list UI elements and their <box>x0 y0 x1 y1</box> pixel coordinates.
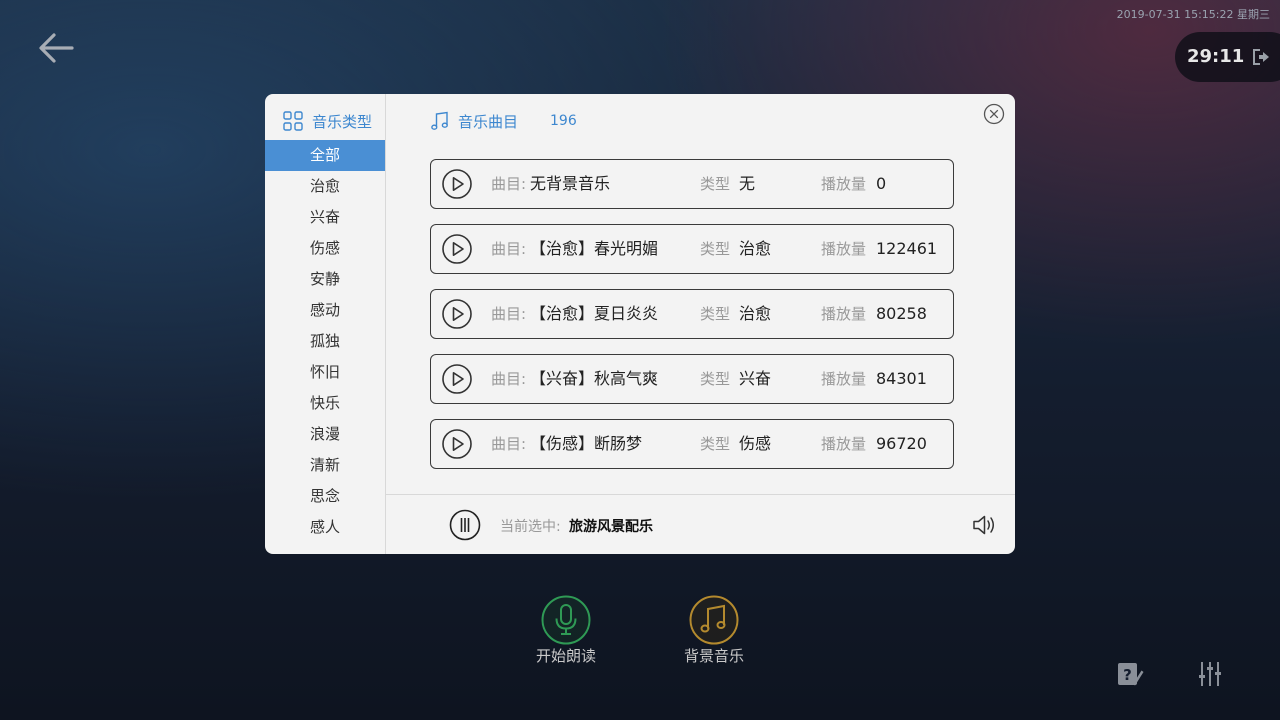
song-title-label: 曲目: <box>491 370 527 388</box>
volume-icon <box>973 515 994 535</box>
music-note-icon <box>689 595 739 645</box>
arrow-left-icon <box>39 33 74 63</box>
datetime-display: 2019-07-31 15:15:22 星期三 <box>1116 8 1270 21</box>
song-plays: 84301 <box>876 369 927 388</box>
close-icon <box>983 103 1005 125</box>
svg-text:?: ? <box>1123 666 1132 684</box>
song-plays: 122461 <box>876 239 938 258</box>
start-reading-button[interactable]: 开始朗读 <box>511 595 621 666</box>
song-row[interactable]: 曲目: 【治愈】春光明媚 类型 治愈 播放量 122461 <box>430 224 954 274</box>
help-edit-icon: ? <box>1118 663 1144 686</box>
timer-text: 29:11 <box>1187 46 1245 67</box>
song-type: 治愈 <box>739 304 772 323</box>
song-plays-label: 播放量 <box>821 240 867 258</box>
background-music-button[interactable]: 背景音乐 <box>659 595 769 666</box>
category-sidebar: 音乐类型 全部 治愈 兴奋 伤感 安静 感动 孤独 怀旧 快乐 浪漫 清新 思念… <box>265 94 386 554</box>
song-title-label: 曲目: <box>491 305 527 323</box>
song-plays: 0 <box>876 174 887 193</box>
play-icon[interactable] <box>442 234 472 264</box>
category-item-moving[interactable]: 感人 <box>265 512 385 543</box>
song-plays-label: 播放量 <box>821 305 867 323</box>
song-plays: 80258 <box>876 304 927 323</box>
song-title: 【伤感】断肠梦 <box>530 434 643 453</box>
song-type-label: 类型 <box>700 305 731 323</box>
song-title-label: 曲目: <box>491 240 527 258</box>
sidebar-header: 音乐类型 <box>283 110 372 132</box>
microphone-icon <box>541 595 591 645</box>
song-plays-label: 播放量 <box>821 370 867 388</box>
equalizer-icon <box>1199 662 1221 686</box>
category-list: 全部 治愈 兴奋 伤感 安静 感动 孤独 怀旧 快乐 浪漫 清新 思念 感人 <box>265 140 385 543</box>
category-item-happy[interactable]: 快乐 <box>265 388 385 419</box>
song-title-label: 曲目: <box>491 175 527 193</box>
category-item-nostalgic[interactable]: 怀旧 <box>265 357 385 388</box>
current-selection-label: 当前选中: <box>500 519 561 535</box>
song-type-label: 类型 <box>700 175 731 193</box>
play-icon[interactable] <box>442 429 472 459</box>
song-type: 治愈 <box>739 239 772 258</box>
play-icon[interactable] <box>442 364 472 394</box>
play-icon[interactable] <box>442 169 472 199</box>
category-item-romantic[interactable]: 浪漫 <box>265 419 385 450</box>
category-item-lonely[interactable]: 孤独 <box>265 326 385 357</box>
pause-icon <box>449 509 481 541</box>
song-row[interactable]: 曲目: 【兴奋】秋高气爽 类型 兴奋 播放量 84301 <box>430 354 954 404</box>
song-title: 无背景音乐 <box>530 174 611 193</box>
background-music-label: 背景音乐 <box>683 647 744 665</box>
song-type-label: 类型 <box>700 240 731 258</box>
category-item-sad[interactable]: 伤感 <box>265 233 385 264</box>
song-row[interactable]: 曲目: 无背景音乐 类型 无 播放量 0 <box>430 159 954 209</box>
music-note-icon <box>431 111 448 130</box>
songs-header: 音乐曲目 196 <box>430 110 577 132</box>
music-dialog: 音乐类型 全部 治愈 兴奋 伤感 安静 感动 孤独 怀旧 快乐 浪漫 清新 思念… <box>265 94 1015 554</box>
timer-panel: 29:11 <box>1175 32 1280 82</box>
song-type: 无 <box>739 174 756 193</box>
song-type: 兴奋 <box>739 369 772 388</box>
category-item-touched[interactable]: 感动 <box>265 295 385 326</box>
category-item-excited[interactable]: 兴奋 <box>265 202 385 233</box>
songs-count: 196 <box>550 113 577 129</box>
song-row[interactable]: 曲目: 【治愈】夏日炎炎 类型 治愈 播放量 80258 <box>430 289 954 339</box>
song-row[interactable]: 曲目: 【伤感】断肠梦 类型 伤感 播放量 96720 <box>430 419 954 469</box>
category-item-all[interactable]: 全部 <box>265 140 385 171</box>
song-title: 【兴奋】秋高气爽 <box>530 369 659 388</box>
songs-title: 音乐曲目 <box>458 112 519 131</box>
back-button[interactable] <box>34 28 78 68</box>
sidebar-title: 音乐类型 <box>312 112 373 131</box>
song-type: 伤感 <box>739 434 772 453</box>
song-plays-label: 播放量 <box>821 175 867 193</box>
category-item-missing[interactable]: 思念 <box>265 481 385 512</box>
song-title: 【治愈】夏日炎炎 <box>530 304 659 323</box>
help-edit-button[interactable]: ? <box>1116 660 1144 688</box>
current-selection-value: 旅游风景配乐 <box>569 519 653 535</box>
start-reading-label: 开始朗读 <box>535 647 596 665</box>
song-plays: 96720 <box>876 434 927 453</box>
category-item-healing[interactable]: 治愈 <box>265 171 385 202</box>
category-item-fresh[interactable]: 清新 <box>265 450 385 481</box>
song-type-label: 类型 <box>700 435 731 453</box>
equalizer-button[interactable] <box>1196 660 1224 688</box>
pause-button[interactable] <box>449 509 481 541</box>
volume-button[interactable] <box>971 512 997 538</box>
song-title-label: 曲目: <box>491 435 527 453</box>
play-icon[interactable] <box>442 299 472 329</box>
close-button[interactable] <box>983 103 1005 125</box>
song-plays-label: 播放量 <box>821 435 867 453</box>
category-item-quiet[interactable]: 安静 <box>265 264 385 295</box>
song-title: 【治愈】春光明媚 <box>530 239 659 258</box>
grid-icon <box>283 111 303 131</box>
song-type-label: 类型 <box>700 370 731 388</box>
player-footer: 当前选中: 旅游风景配乐 <box>386 494 1015 554</box>
exit-icon[interactable] <box>1251 47 1271 67</box>
